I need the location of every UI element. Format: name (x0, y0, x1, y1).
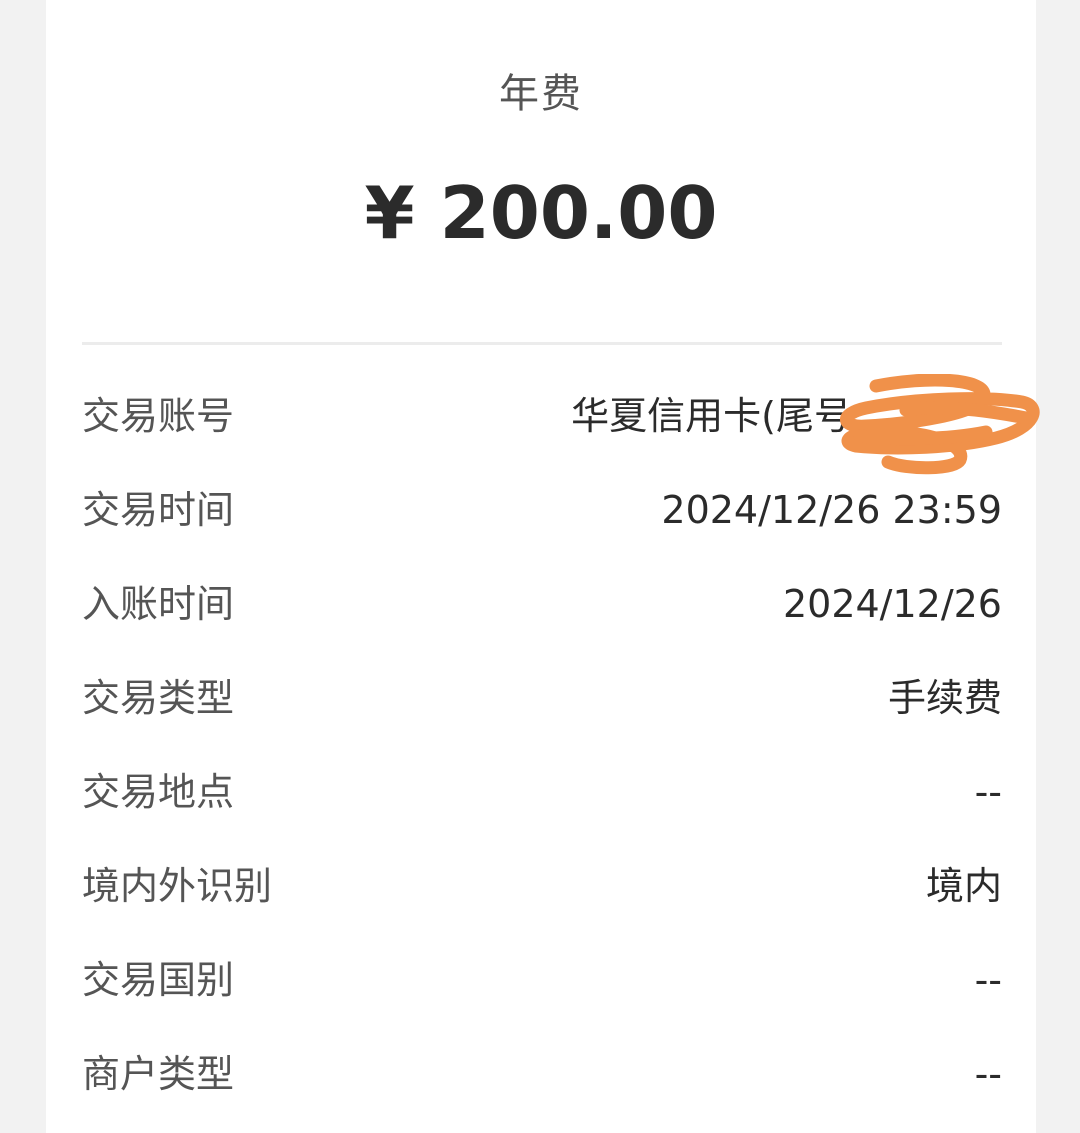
detail-label: 境内外识别 (82, 864, 273, 908)
detail-row-merchant-type: 商户类型 -- (82, 1044, 1002, 1104)
detail-value: 手续费 (887, 676, 1002, 720)
detail-label: 商户类型 (82, 1052, 235, 1096)
detail-value: 2024/12/26 23:59 (661, 488, 1002, 532)
detail-value: 2024/12/26 (782, 582, 1002, 626)
detail-row-transaction-location: 交易地点 -- (82, 762, 1002, 822)
detail-label: 交易账号 (82, 394, 235, 438)
detail-row-transaction-type: 交易类型 手续费 (82, 668, 1002, 728)
transaction-title: 年费 (499, 71, 583, 117)
detail-value: 华夏信用卡(尾号 (571, 394, 852, 438)
detail-row-transaction-country: 交易国别 -- (82, 950, 1002, 1010)
detail-label: 交易时间 (82, 488, 235, 532)
detail-value: -- (974, 958, 1002, 1002)
detail-row-posting-time: 入账时间 2024/12/26 (82, 574, 1002, 634)
detail-value: -- (974, 770, 1002, 814)
detail-row-domestic-overseas: 境内外识别 境内 (82, 856, 1002, 916)
detail-value: -- (974, 1052, 1002, 1096)
detail-label: 交易类型 (82, 676, 235, 720)
transaction-detail-card: 年费 ¥ 200.00 交易账号 华夏信用卡(尾号 交易时间 2024/12/2… (46, 0, 1036, 1133)
detail-label: 交易国别 (82, 958, 235, 1002)
divider (82, 342, 1002, 345)
detail-row-transaction-time: 交易时间 2024/12/26 23:59 (82, 480, 1002, 540)
detail-label: 交易地点 (82, 770, 235, 814)
transaction-amount: ¥ 200.00 (364, 171, 718, 255)
detail-label: 入账时间 (82, 582, 235, 626)
detail-value: 境内 (925, 864, 1002, 908)
detail-row-account: 交易账号 华夏信用卡(尾号 (82, 386, 1002, 446)
